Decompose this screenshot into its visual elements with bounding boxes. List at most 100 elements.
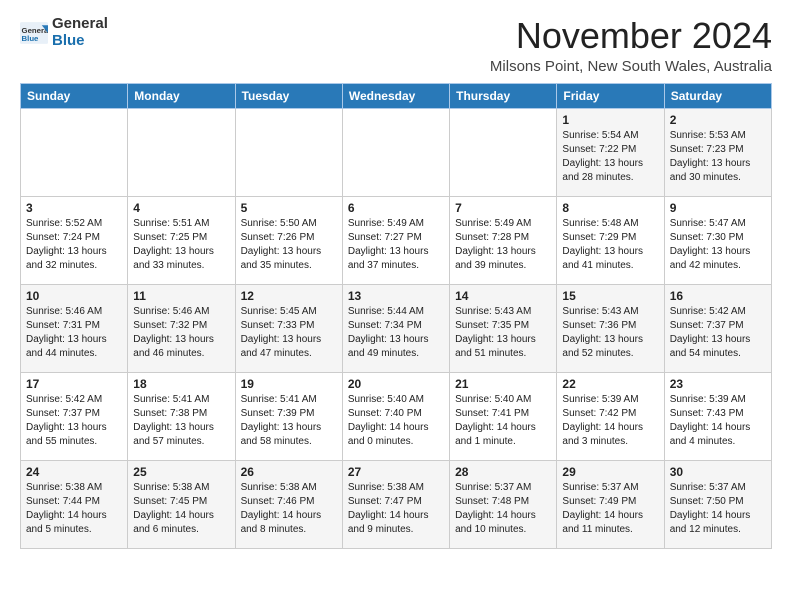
day-number: 12 — [241, 289, 337, 303]
day-cell: 15 Sunrise: 5:43 AM Sunset: 7:36 PM Dayli… — [557, 284, 664, 372]
day-cell — [235, 108, 342, 196]
day-number: 24 — [26, 465, 122, 479]
day-number: 22 — [562, 377, 658, 391]
day-info: Sunrise: 5:41 AM Sunset: 7:39 PM Dayligh… — [241, 393, 337, 449]
day-info: Sunrise: 5:37 AM Sunset: 7:49 PM Dayligh… — [562, 481, 658, 537]
day-info: Sunrise: 5:53 AM Sunset: 7:23 PM Dayligh… — [670, 129, 766, 185]
day-info: Sunrise: 5:47 AM Sunset: 7:30 PM Dayligh… — [670, 217, 766, 273]
day-number: 10 — [26, 289, 122, 303]
day-cell: 21Sunrise: 5:40 AM Sunset: 7:41 PM Dayli… — [450, 372, 557, 460]
day-info: Sunrise: 5:39 AM Sunset: 7:43 PM Dayligh… — [670, 393, 766, 449]
day-info: Sunrise: 5:39 AM Sunset: 7:42 PM Dayligh… — [562, 393, 658, 449]
header-row: SundayMondayTuesdayWednesdayThursdayFrid… — [21, 83, 772, 108]
day-info: Sunrise: 5:42 AM Sunset: 7:37 PM Dayligh… — [670, 305, 766, 361]
day-number: 13 — [348, 289, 444, 303]
week-row-3: 10 Sunrise: 5:46 AM Sunset: 7:31 PM Dayli… — [21, 284, 772, 372]
day-info: Sunrise: 5:41 AM Sunset: 7:38 PM Dayligh… — [133, 393, 229, 449]
day-cell: 24Sunrise: 5:38 AM Sunset: 7:44 PM Dayli… — [21, 460, 128, 548]
day-cell: 8 Sunrise: 5:48 AM Sunset: 7:29 PM Daylig… — [557, 196, 664, 284]
week-row-4: 17 Sunrise: 5:42 AM Sunset: 7:37 PM Dayli… — [21, 372, 772, 460]
day-number: 15 — [562, 289, 658, 303]
day-number: 7 — [455, 201, 551, 215]
day-info: Sunrise: 5:42 AM Sunset: 7:37 PM Dayligh… — [26, 393, 122, 449]
day-cell: 17 Sunrise: 5:42 AM Sunset: 7:37 PM Dayli… — [21, 372, 128, 460]
day-cell: 10 Sunrise: 5:46 AM Sunset: 7:31 PM Dayli… — [21, 284, 128, 372]
day-cell: 14 Sunrise: 5:43 AM Sunset: 7:35 PM Dayli… — [450, 284, 557, 372]
week-row-5: 24Sunrise: 5:38 AM Sunset: 7:44 PM Dayli… — [21, 460, 772, 548]
page-header: General Blue General Blue November 2024 … — [20, 16, 772, 75]
day-cell: 4 Sunrise: 5:51 AM Sunset: 7:25 PM Daylig… — [128, 196, 235, 284]
day-info: Sunrise: 5:45 AM Sunset: 7:33 PM Dayligh… — [241, 305, 337, 361]
day-number: 29 — [562, 465, 658, 479]
day-cell: 16 Sunrise: 5:42 AM Sunset: 7:37 PM Dayli… — [664, 284, 771, 372]
day-number: 17 — [26, 377, 122, 391]
logo-general-text: General — [52, 16, 108, 33]
day-number: 8 — [562, 201, 658, 215]
title-section: November 2024 Milsons Point, New South W… — [490, 16, 772, 75]
day-number: 28 — [455, 465, 551, 479]
day-cell: 22 Sunrise: 5:39 AM Sunset: 7:42 PM Dayli… — [557, 372, 664, 460]
logo-blue-text: Blue — [52, 33, 108, 50]
day-cell: 1Sunrise: 5:54 AM Sunset: 7:22 PM Daylig… — [557, 108, 664, 196]
header-day-wednesday: Wednesday — [342, 83, 449, 108]
day-cell: 25Sunrise: 5:38 AM Sunset: 7:45 PM Dayli… — [128, 460, 235, 548]
week-row-2: 3Sunrise: 5:52 AM Sunset: 7:24 PM Daylig… — [21, 196, 772, 284]
day-cell: 30 Sunrise: 5:37 AM Sunset: 7:50 PM Dayli… — [664, 460, 771, 548]
day-info: Sunrise: 5:43 AM Sunset: 7:36 PM Dayligh… — [562, 305, 658, 361]
month-title: November 2024 — [490, 16, 772, 56]
day-cell: 27 Sunrise: 5:38 AM Sunset: 7:47 PM Dayli… — [342, 460, 449, 548]
day-cell: 3Sunrise: 5:52 AM Sunset: 7:24 PM Daylig… — [21, 196, 128, 284]
day-cell: 6 Sunrise: 5:49 AM Sunset: 7:27 PM Daylig… — [342, 196, 449, 284]
day-number: 19 — [241, 377, 337, 391]
day-cell: 7Sunrise: 5:49 AM Sunset: 7:28 PM Daylig… — [450, 196, 557, 284]
svg-text:Blue: Blue — [22, 33, 40, 42]
day-info: Sunrise: 5:49 AM Sunset: 7:27 PM Dayligh… — [348, 217, 444, 273]
day-info: Sunrise: 5:50 AM Sunset: 7:26 PM Dayligh… — [241, 217, 337, 273]
day-number: 16 — [670, 289, 766, 303]
day-number: 9 — [670, 201, 766, 215]
day-number: 2 — [670, 113, 766, 127]
header-day-saturday: Saturday — [664, 83, 771, 108]
day-number: 21 — [455, 377, 551, 391]
day-info: Sunrise: 5:48 AM Sunset: 7:29 PM Dayligh… — [562, 217, 658, 273]
day-cell: 11Sunrise: 5:46 AM Sunset: 7:32 PM Dayli… — [128, 284, 235, 372]
calendar-header: SundayMondayTuesdayWednesdayThursdayFrid… — [21, 83, 772, 108]
day-cell — [450, 108, 557, 196]
day-info: Sunrise: 5:38 AM Sunset: 7:46 PM Dayligh… — [241, 481, 337, 537]
day-number: 18 — [133, 377, 229, 391]
day-number: 5 — [241, 201, 337, 215]
day-info: Sunrise: 5:43 AM Sunset: 7:35 PM Dayligh… — [455, 305, 551, 361]
day-info: Sunrise: 5:37 AM Sunset: 7:50 PM Dayligh… — [670, 481, 766, 537]
header-day-sunday: Sunday — [21, 83, 128, 108]
day-info: Sunrise: 5:38 AM Sunset: 7:47 PM Dayligh… — [348, 481, 444, 537]
day-number: 4 — [133, 201, 229, 215]
header-day-friday: Friday — [557, 83, 664, 108]
day-cell: 2 Sunrise: 5:53 AM Sunset: 7:23 PM Daylig… — [664, 108, 771, 196]
day-cell: 5 Sunrise: 5:50 AM Sunset: 7:26 PM Daylig… — [235, 196, 342, 284]
day-number: 25 — [133, 465, 229, 479]
logo: General Blue General Blue — [20, 16, 108, 49]
day-info: Sunrise: 5:40 AM Sunset: 7:40 PM Dayligh… — [348, 393, 444, 449]
day-cell: 18 Sunrise: 5:41 AM Sunset: 7:38 PM Dayli… — [128, 372, 235, 460]
day-number: 30 — [670, 465, 766, 479]
day-cell — [21, 108, 128, 196]
header-day-tuesday: Tuesday — [235, 83, 342, 108]
day-cell: 29 Sunrise: 5:37 AM Sunset: 7:49 PM Dayli… — [557, 460, 664, 548]
day-info: Sunrise: 5:46 AM Sunset: 7:32 PM Dayligh… — [133, 305, 229, 361]
day-info: Sunrise: 5:46 AM Sunset: 7:31 PM Dayligh… — [26, 305, 122, 361]
header-day-monday: Monday — [128, 83, 235, 108]
day-cell: 28 Sunrise: 5:37 AM Sunset: 7:48 PM Dayli… — [450, 460, 557, 548]
day-cell — [128, 108, 235, 196]
day-number: 14 — [455, 289, 551, 303]
location-subtitle: Milsons Point, New South Wales, Australi… — [490, 58, 772, 75]
day-number: 27 — [348, 465, 444, 479]
day-cell: 26 Sunrise: 5:38 AM Sunset: 7:46 PM Dayli… — [235, 460, 342, 548]
day-info: Sunrise: 5:54 AM Sunset: 7:22 PM Dayligh… — [562, 129, 658, 185]
day-number: 26 — [241, 465, 337, 479]
day-info: Sunrise: 5:37 AM Sunset: 7:48 PM Dayligh… — [455, 481, 551, 537]
day-info: Sunrise: 5:44 AM Sunset: 7:34 PM Dayligh… — [348, 305, 444, 361]
day-number: 6 — [348, 201, 444, 215]
day-cell: 23Sunrise: 5:39 AM Sunset: 7:43 PM Dayli… — [664, 372, 771, 460]
day-cell: 12 Sunrise: 5:45 AM Sunset: 7:33 PM Dayli… — [235, 284, 342, 372]
day-info: Sunrise: 5:51 AM Sunset: 7:25 PM Dayligh… — [133, 217, 229, 273]
